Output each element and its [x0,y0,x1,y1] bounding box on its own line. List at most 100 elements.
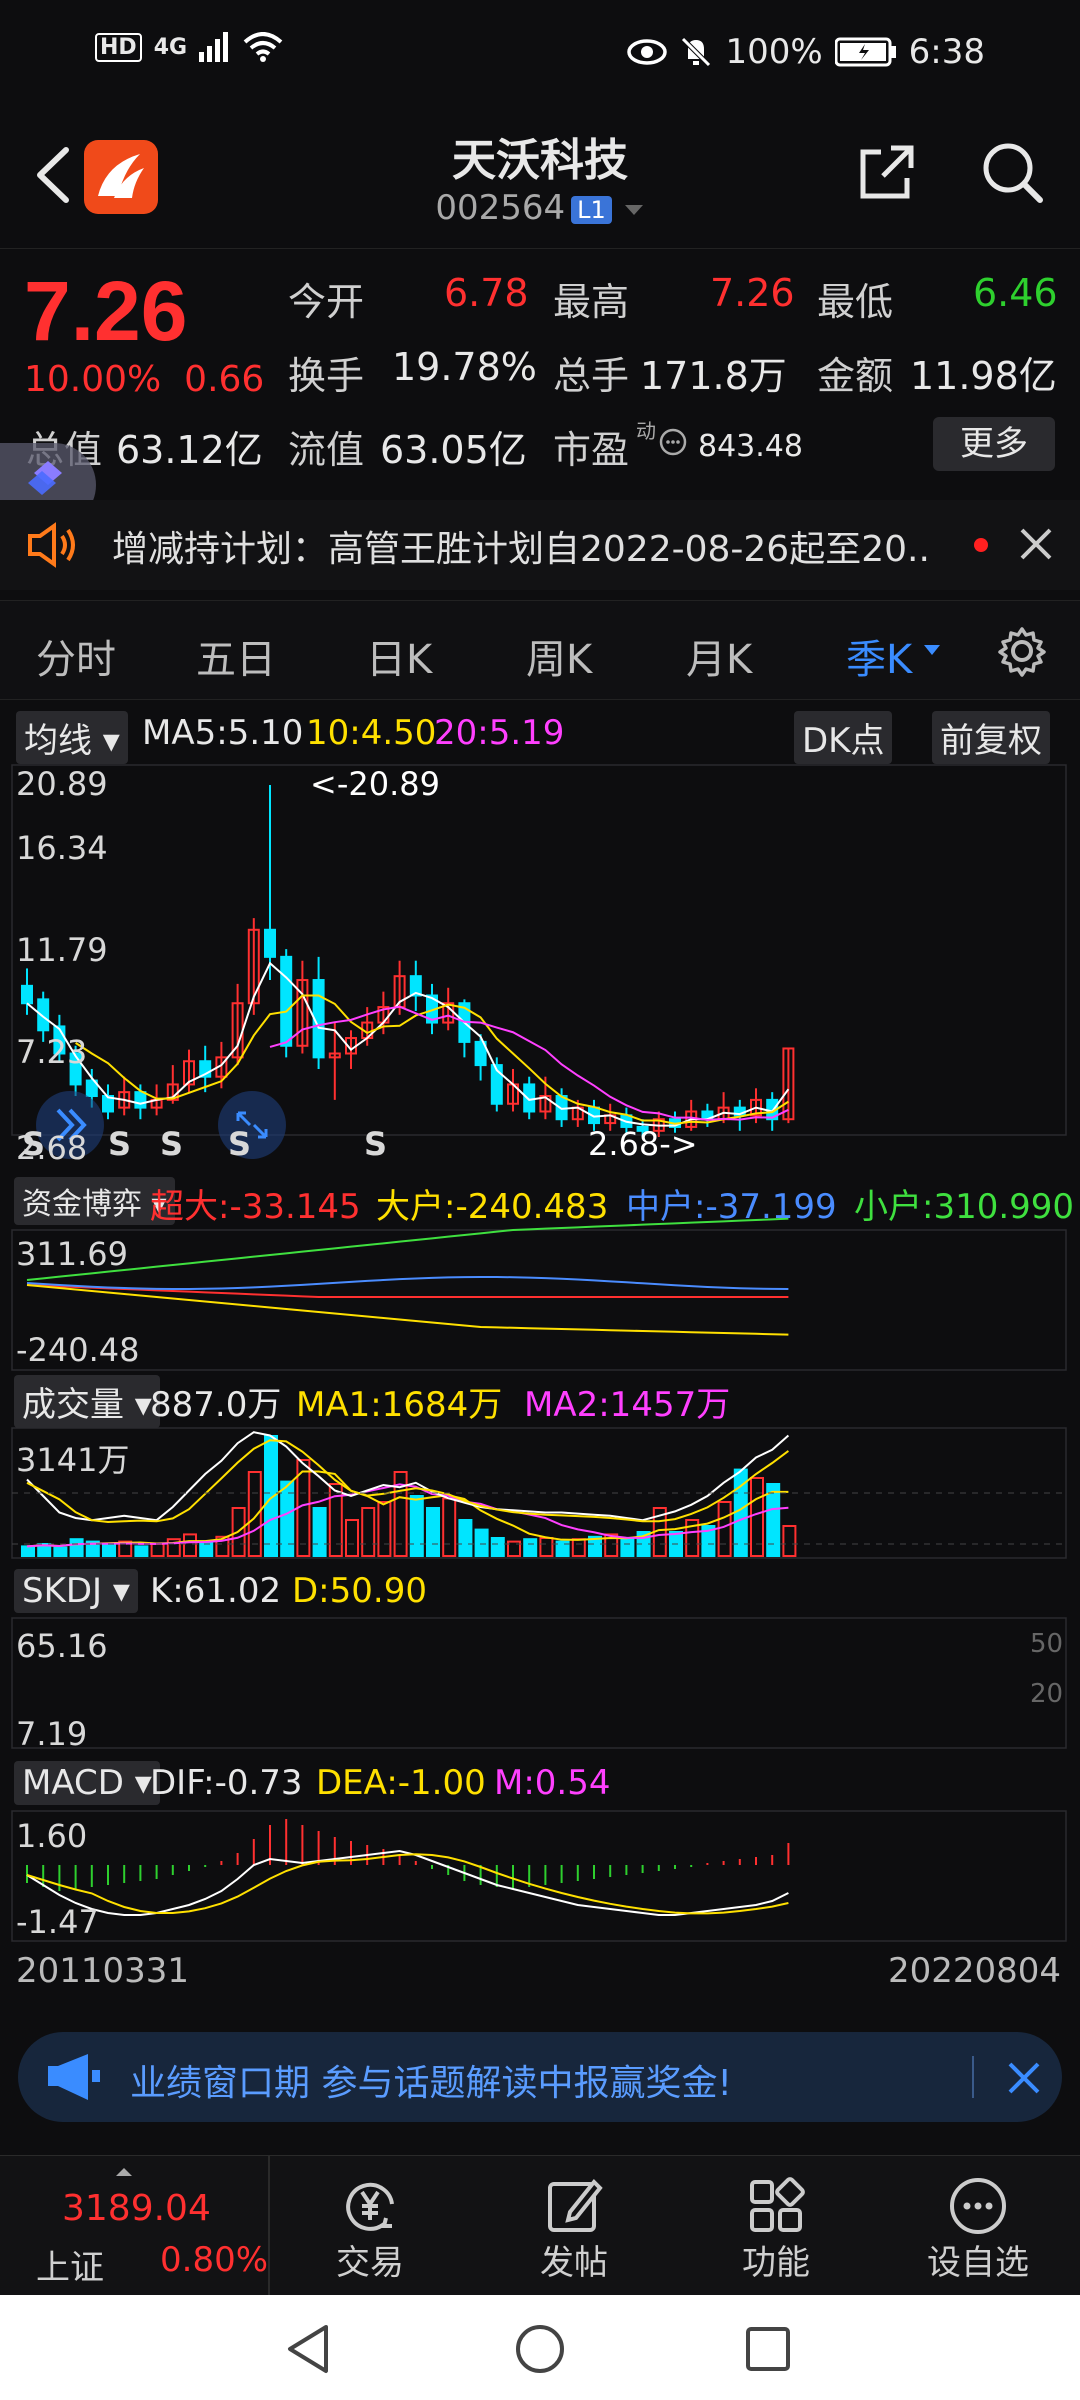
gear-icon[interactable] [996,625,1048,677]
recents-square-icon[interactable] [744,2325,792,2373]
volume-bar [69,1538,84,1558]
close-icon[interactable] [1006,2060,1042,2096]
high-marker: <-20.89 [310,765,440,803]
low-marker: 2.68-> [588,1125,698,1163]
skdj-indicator-selector[interactable]: SKDJ ▾ [14,1569,138,1613]
edit-icon [548,2179,603,2232]
info-icon[interactable] [658,427,688,457]
tab-daily[interactable]: 日K [366,627,432,685]
macd-dif-legend: DIF:-0.73 [150,1763,303,1803]
more-dots-icon [950,2178,1006,2234]
ref-line-label: 20 [1030,1679,1064,1709]
skdj-k-legend: K:61.02 [150,1571,282,1611]
tab-quarterly[interactable]: 季K [846,627,912,685]
notice-text[interactable]: 增减持计划：高管王胜计划自2022-08-26起至20.. [112,520,930,572]
macd-line [26,1849,789,1916]
volume-bar [247,1471,262,1557]
float-label: 流值 [288,428,365,472]
tab-monthly[interactable]: 月K [686,627,752,685]
tab-minute[interactable]: 分时 [36,627,116,685]
status-bar: HD 4G 100% 6:38 [0,0,1080,110]
small-holder-legend: 小户:310.990 [854,1187,1075,1227]
yuan-exchange-icon [346,2182,394,2231]
volume-bar [345,1519,359,1557]
amount-label: 金额 [817,354,894,398]
y-axis-label: 11.79 [16,931,108,969]
promo-banner[interactable]: 业绩窗口期 参与话题解读中报赢奖金! [18,2032,1062,2122]
mute-bell-icon [681,37,712,67]
high-label: 最高 [553,280,630,324]
candle-body [134,1091,147,1109]
battery-percent: 100% [725,32,823,72]
chevron-down-icon[interactable] [922,643,942,657]
index-ticker[interactable]: 3189.04 上证 0.80% [0,2156,270,2296]
bottom-nav: 3189.04 上证 0.80% 交易 发帖 功能 设自选 [0,2155,1080,2296]
close-icon[interactable] [1018,526,1054,562]
skdj-d-legend: D:50.90 [292,1571,427,1611]
tab-five-day[interactable]: 五日 [196,627,276,685]
sell-signal: S [228,1125,252,1163]
promo-text[interactable]: 业绩窗口期 参与话题解读中报赢奖金! [130,2054,732,2106]
nav-post[interactable]: 发帖 [494,2156,654,2296]
y-axis-label: 7.19 [16,1715,88,1753]
mktcap-value: 63.12亿 [116,428,263,472]
index-name: 上证 [36,2248,104,2288]
volume-bar [442,1497,457,1558]
y-axis-label: 16.34 [16,829,108,867]
volume-bar [620,1538,635,1558]
volume-bar [523,1538,538,1558]
low-label: 最低 [817,280,894,324]
pe-dynamic-mark: 动 [636,419,656,443]
open-value: 6.78 [444,271,529,315]
volume-indicator-selector[interactable]: 成交量 ▾ [14,1375,160,1428]
low-value: 6.46 [973,271,1058,315]
pe-label: 市盈 [553,428,630,472]
volume-bar [490,1537,505,1557]
macd-dea-legend: DEA:-1.00 [316,1763,486,1803]
y-axis-label: 3141万 [16,1441,130,1479]
turnover-label: 换手 [288,354,365,398]
chart-area[interactable]: 均线 ▾ MA5:5.10 10:4.50 20:5.19 DK点 前复权 20… [0,705,1080,2005]
level-badge[interactable]: L1 [571,195,612,224]
skdj-line [26,1439,789,1524]
volume-bar [409,1495,424,1557]
nav-functions[interactable]: 功能 [696,2156,856,2296]
notice-bar[interactable]: 增减持计划：高管王胜计划自2022-08-26起至20.. [0,500,1080,590]
volume-bar [458,1519,473,1557]
high-value: 7.26 [710,271,795,315]
y-axis-label: 7.23 [16,1033,88,1071]
volume-label: 总手 [553,354,630,398]
y-axis-label: 1.60 [16,1817,88,1855]
candle-body [280,955,293,1047]
home-circle-icon[interactable] [514,2323,566,2375]
grid-apps-icon [750,2177,805,2232]
kline-chart[interactable] [0,705,1080,2005]
tab-weekly[interactable]: 周K [526,627,592,685]
share-icon[interactable] [855,140,919,204]
nav-trade[interactable]: 交易 [290,2156,450,2296]
volume-bar [53,1546,68,1557]
big-holder-legend: 大户:-240.483 [376,1187,609,1227]
signal-bars-icon [199,32,229,62]
search-icon[interactable] [978,138,1046,206]
volume-bar [474,1528,489,1557]
hd-icon: HD [95,32,142,62]
clock: 6:38 [908,32,985,72]
chevron-up-icon [116,2168,132,2176]
quote-panel: 7.26 10.00% 0.66 今开 6.78 最高 7.26 最低 6.46… [0,248,1080,488]
chevron-down-icon[interactable] [623,203,645,217]
nav-add-watchlist[interactable]: 设自选 [898,2156,1058,2296]
speaker-icon [28,522,75,568]
y-axis-label: 20.89 [16,765,108,803]
macd-indicator-selector[interactable]: MACD ▾ [14,1761,160,1805]
index-change: 0.80% [160,2240,269,2280]
eye-icon [627,39,668,65]
skdj-line [26,1431,790,1522]
pe-value: 843.48 [698,429,803,464]
y-axis-label: -1.47 [16,1903,99,1941]
volume-bar [312,1507,327,1557]
back-triangle-icon[interactable] [284,2323,332,2375]
more-button[interactable]: 更多 [933,417,1055,471]
y-axis-label: -240.48 [16,1331,140,1369]
amount-value: 11.98亿 [910,354,1057,398]
